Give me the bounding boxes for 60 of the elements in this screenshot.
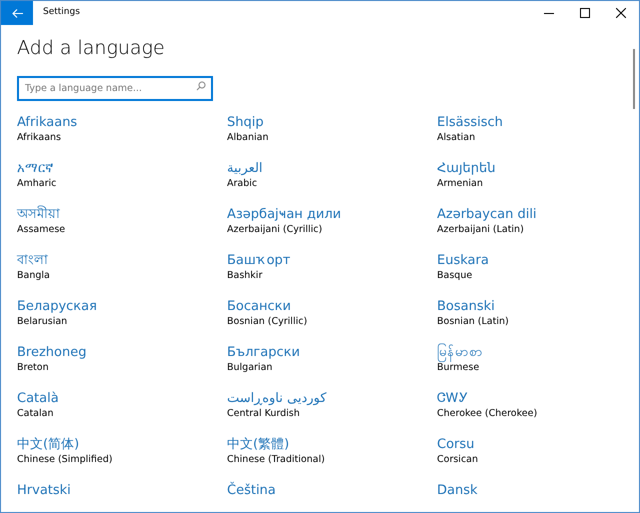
language-english-name: Arabic [227,176,258,190]
language-link[interactable]: Հայերեն [437,160,627,177]
minimize-icon [544,12,554,14]
language-english-name: Catalan [17,406,54,420]
language-link[interactable]: Bosanski [437,298,627,315]
language-link[interactable]: မြန်မာစာ [437,344,627,361]
language-english-name: Bosnian (Latin) [437,314,510,328]
language-english-name: Assamese [17,222,66,236]
language-link[interactable]: Български [227,344,437,361]
language-link[interactable]: Brezhoneg [17,344,227,361]
language-link[interactable]: Азәрбајҹан дили [227,206,437,223]
language-english-name: Basque [437,268,474,282]
language-link[interactable]: Català [17,390,227,407]
language-english-name: Afrikaans [17,130,62,144]
back-arrow-icon [12,8,22,18]
search-icon [196,80,206,91]
language-link[interactable]: العربية [227,160,437,177]
language-english-name: Azerbaijani (Latin) [437,222,525,236]
language-english-name: Belarusian [17,314,68,328]
language-link[interactable]: Башҡорт [227,252,437,269]
language-english-name: Alsatian [437,130,476,144]
back-button[interactable] [1,1,33,25]
language-link[interactable]: Беларуская [17,298,227,315]
language-link[interactable]: کوردیی ناوەڕاست [227,390,437,407]
language-english-name: Corsican [437,452,480,466]
language-english-name: Armenian [437,176,484,190]
language-link[interactable]: አማርኛ [17,160,227,177]
language-english-name: Amharic [17,176,58,190]
language-english-name: Bashkir [227,268,264,282]
language-english-name: Azerbaijani (Cyrillic) [227,222,324,236]
language-english-name: Bulgarian [227,360,274,374]
language-link[interactable]: Босански [227,298,437,315]
language-english-name: Chinese (Traditional) [227,452,326,466]
language-link[interactable]: Shqip [227,114,437,131]
language-english-name: Bangla [17,268,51,282]
language-link[interactable]: 中文(繁體) [227,436,437,453]
language-link[interactable]: ᏣᎳᎩ [437,390,627,407]
language-link[interactable]: বাংলা [17,252,227,269]
language-english-name: Bosnian (Cyrillic) [227,314,308,328]
window-title: Settings [43,6,80,20]
search-field[interactable]: Type a language name... [17,76,213,101]
language-link[interactable]: Azərbaycan dili [437,206,627,223]
language-english-name: Cherokee (Cherokee) [437,406,538,420]
language-link[interactable]: Čeština [227,482,437,499]
language-link[interactable]: Dansk [437,482,627,499]
language-english-name: Central Kurdish [227,406,301,420]
language-link[interactable]: Euskara [437,252,627,269]
page-title: Add a language [17,37,166,60]
maximize-icon [580,8,590,18]
language-link[interactable]: অসমীয়া [17,206,227,223]
language-english-name: Chinese (Simplified) [17,452,114,466]
language-link[interactable]: Afrikaans [17,114,227,131]
language-english-name: Albanian [227,130,270,144]
language-link[interactable]: 中文(简体) [17,436,227,453]
language-link[interactable]: Elsässisch [437,114,627,131]
language-link[interactable]: Corsu [437,436,627,453]
language-english-name: Burmese [437,362,480,374]
language-english-name: Breton [17,360,50,374]
language-link[interactable]: Hrvatski [17,482,227,499]
close-icon [616,8,626,18]
